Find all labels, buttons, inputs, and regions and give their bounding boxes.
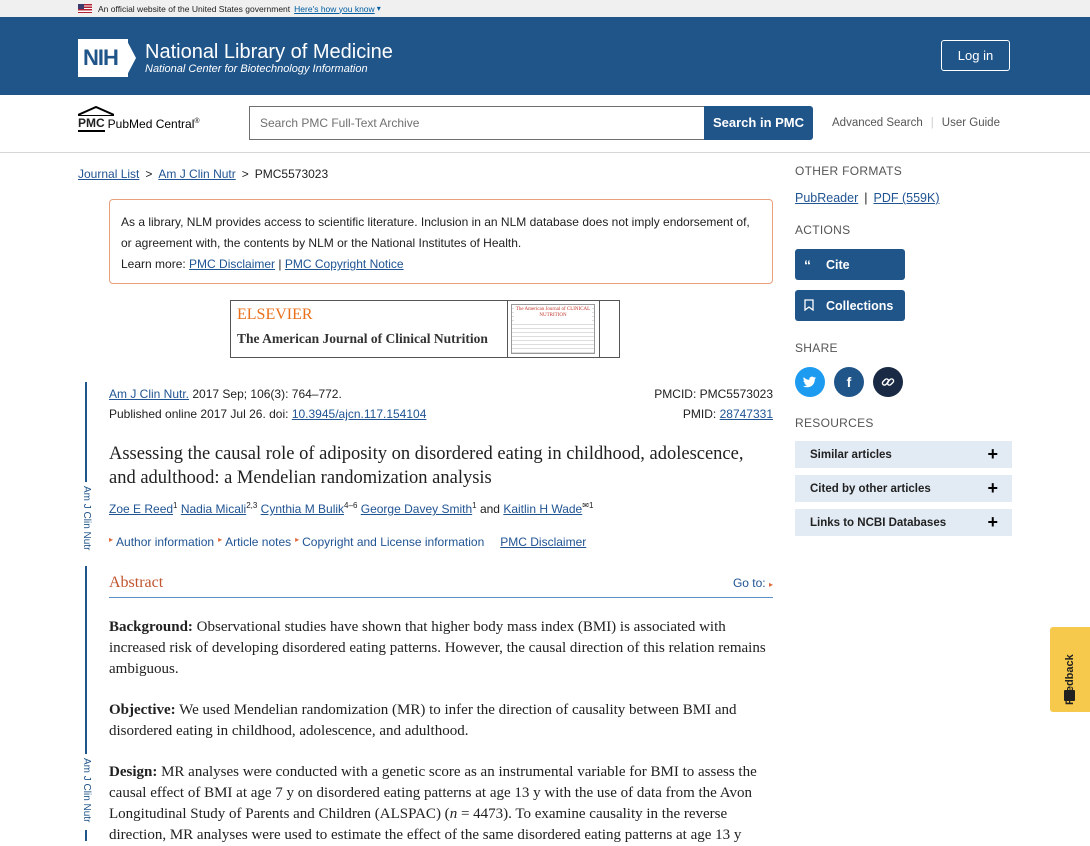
triangle-right-icon: ▸	[295, 535, 300, 544]
pmc-copyright-link[interactable]: PMC Copyright Notice	[285, 257, 404, 271]
side-rule-top	[85, 382, 87, 482]
nlm-header: NIH National Library of Medicine Nationa…	[0, 17, 1090, 95]
similar-articles-toggle[interactable]: Similar articles +	[795, 441, 1012, 468]
email-icon: ✉	[582, 501, 589, 510]
copyright-info-link[interactable]: Copyright and License information	[302, 535, 484, 549]
learn-more-label: Learn more:	[121, 257, 186, 271]
author-list: Zoe E Reed1 Nadia Micali2,3 Cynthia M Bu…	[109, 501, 594, 516]
other-formats-heading: OTHER FORMATS	[795, 164, 903, 178]
search-button[interactable]: Search in PMC	[704, 106, 813, 140]
side-journal-label: Am J Clin Nutr	[81, 486, 92, 551]
journal-cover: The American Journal of CLINICAL NUTRITI…	[508, 301, 600, 357]
cite-button[interactable]: “Cite	[795, 249, 905, 280]
author-link[interactable]: Cynthia M Bulik	[261, 502, 344, 516]
nlm-title: National Library of Medicine	[145, 40, 393, 63]
abstract-header: Abstract Go to: ▸	[109, 574, 773, 598]
article-title: Assessing the causal role of adiposity o…	[109, 444, 744, 488]
article-ids: PMCID: PMC5573023 PMID: 28747331	[654, 384, 773, 424]
publisher-logo: ELSEVIER	[237, 306, 313, 323]
citation-block: Am J Clin Nutr. 2017 Sep; 106(3): 764–77…	[109, 387, 427, 421]
quote-icon: “	[804, 256, 811, 273]
nih-logo-mark: NIH	[78, 39, 138, 77]
bookmark-icon	[804, 298, 826, 314]
collections-button[interactable]: Collections	[795, 290, 905, 321]
author-link[interactable]: Zoe E Reed	[109, 502, 173, 516]
gov-banner: An official website of the United States…	[0, 0, 1090, 17]
resources-heading: RESOURCES	[795, 416, 874, 430]
pmc-roof-icon	[78, 106, 114, 116]
link-icon[interactable]	[873, 367, 903, 397]
abstract-objective: Objective: We used Mendelian randomizati…	[109, 702, 737, 739]
plus-icon: +	[987, 512, 998, 532]
search-input[interactable]: Search PMC Full-Text Archive	[249, 106, 705, 140]
formats-links: PubReader | PDF (559K)	[795, 191, 940, 205]
facebook-icon[interactable]: f	[834, 367, 864, 397]
plus-icon: +	[987, 478, 998, 498]
user-guide-link[interactable]: User Guide	[942, 117, 1000, 129]
triangle-right-icon: ▸	[109, 535, 114, 544]
breadcrumb: Journal List > Am J Clin Nutr > PMC5573023	[78, 167, 329, 181]
right-sidebar: OTHER FORMATS PubReader | PDF (559K) ACTIO…	[795, 164, 1012, 536]
journal-name: The American Journal of Clinical Nutriti…	[237, 331, 488, 346]
author-link[interactable]: Kaitlin H Wade	[503, 502, 582, 516]
journal-list-link[interactable]: Journal List	[78, 167, 139, 181]
journal-link[interactable]: Am J Clin Nutr	[158, 167, 235, 181]
share-buttons: f	[795, 367, 1012, 397]
actions-heading: ACTIONS	[795, 223, 851, 237]
ncbi-links-toggle[interactable]: Links to NCBI Databases +	[795, 509, 1012, 536]
abstract-design: Design: MR analyses were conducted with …	[109, 764, 757, 843]
pmc-disclaimer-link-2[interactable]: PMC Disclaimer	[500, 535, 586, 549]
pmid-link[interactable]: 28747331	[720, 407, 773, 421]
search-bar-row: PMC PubMed Central® Search PMC Full-Text…	[0, 95, 1090, 153]
login-button[interactable]: Log in	[941, 40, 1010, 71]
article-notes-link[interactable]: Article notes	[225, 535, 291, 549]
side-rule-bottom	[85, 830, 87, 841]
side-rule-middle	[85, 566, 87, 754]
us-flag-icon	[78, 4, 92, 13]
abstract-background: Background: Observational studies have s…	[109, 619, 766, 677]
twitter-icon[interactable]	[795, 367, 825, 397]
nlm-logo[interactable]: NIH National Library of Medicine Nationa…	[78, 39, 393, 77]
author-link[interactable]: George Davey Smith	[361, 502, 472, 516]
pubreader-link[interactable]: PubReader	[795, 191, 858, 205]
disclaimer-notice: As a library, NLM provides access to sci…	[109, 199, 773, 284]
author-link[interactable]: Nadia Micali	[181, 502, 246, 516]
plus-icon: +	[987, 444, 998, 464]
ncbi-subtitle: National Center for Biotechnology Inform…	[145, 62, 368, 75]
pmc-disclaimer-link[interactable]: PMC Disclaimer	[189, 257, 275, 271]
goto-menu[interactable]: Go to: ▸	[733, 576, 773, 590]
doi-link[interactable]: 10.3945/ajcn.117.154104	[292, 407, 427, 421]
pmc-name: PubMed Central®	[107, 117, 200, 131]
advanced-search-link[interactable]: Advanced Search	[832, 117, 923, 129]
gov-banner-text: An official website of the United States…	[98, 3, 291, 14]
journal-banner[interactable]: ELSEVIER The American Journal of Clinica…	[230, 300, 620, 358]
author-information-link[interactable]: Author information	[116, 535, 214, 549]
pmc-logo[interactable]: PMC PubMed Central®	[78, 106, 200, 132]
feedback-button[interactable]: Feedback	[1050, 627, 1090, 712]
breadcrumb-current: PMC5573023	[254, 167, 329, 181]
how-you-know-link[interactable]: Here's how you know	[294, 4, 375, 14]
journal-abbrev-link[interactable]: Am J Clin Nutr.	[109, 387, 189, 401]
side-journal-label-2: Am J Clin Nutr	[81, 758, 92, 823]
pmcid: PMCID: PMC5573023	[654, 387, 773, 401]
article-info-links: ▸ Author information ▸ Article notes ▸ C…	[109, 535, 590, 549]
notice-text: As a library, NLM provides access to sci…	[121, 215, 750, 250]
pdf-link[interactable]: PDF (559K)	[874, 191, 940, 205]
cited-by-toggle[interactable]: Cited by other articles +	[795, 475, 1012, 502]
abstract-heading: Abstract	[109, 574, 164, 591]
triangle-right-icon: ▸	[218, 535, 223, 544]
share-heading: SHARE	[795, 341, 838, 355]
chevron-down-icon[interactable]: ▾	[377, 4, 381, 13]
